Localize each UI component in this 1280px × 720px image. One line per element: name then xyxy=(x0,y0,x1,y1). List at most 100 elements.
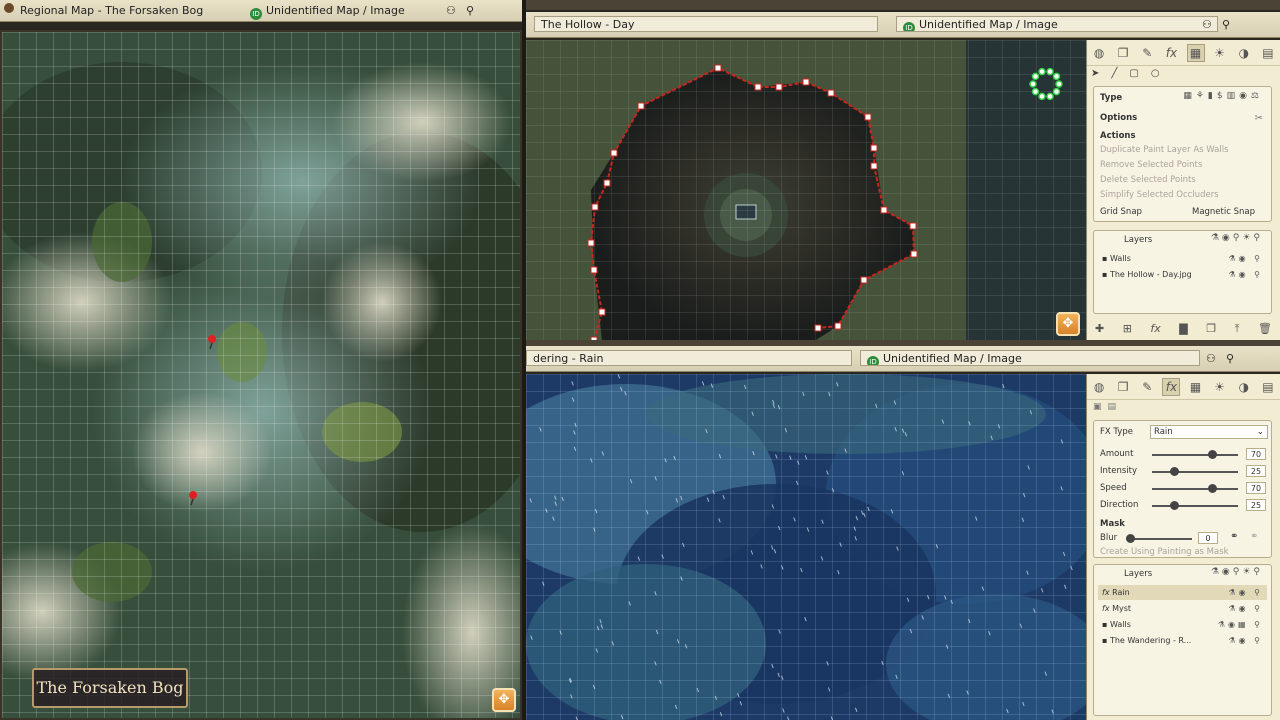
blur-value[interactable]: 0 xyxy=(1198,532,1218,544)
fx-copy-icon[interactable]: ▣ xyxy=(1093,402,1108,412)
fx-slider-knob[interactable] xyxy=(1170,501,1179,510)
selection-point[interactable] xyxy=(1046,67,1054,76)
scissors-icon[interactable]: ✂ xyxy=(1255,113,1263,124)
mask-icon[interactable]: ◑ xyxy=(1235,378,1253,396)
wall-point[interactable] xyxy=(834,322,842,330)
trash-icon[interactable]: 🗑 xyxy=(1258,322,1272,336)
layer-icons[interactable]: ⚗◉ ⚲ xyxy=(1228,585,1263,600)
layer-icons[interactable]: ⚗◉ ⚲ xyxy=(1228,601,1263,616)
map-pin[interactable] xyxy=(188,490,198,510)
selection-point[interactable] xyxy=(1031,87,1040,96)
selection-point[interactable] xyxy=(1052,72,1061,81)
duplicate-icon[interactable]: ❐ xyxy=(1206,322,1216,336)
wall-point[interactable] xyxy=(814,324,822,332)
wall-point[interactable] xyxy=(864,113,872,121)
share-icon[interactable]: ⚇ xyxy=(1206,352,1216,365)
regional-map[interactable]: The Forsaken Bog ✥ xyxy=(0,30,522,720)
rectangle-icon[interactable]: ▢ xyxy=(1129,68,1138,82)
wall-point[interactable] xyxy=(775,83,783,91)
grid-icon[interactable]: ▤ xyxy=(1259,44,1277,62)
wall-point[interactable] xyxy=(637,102,645,110)
wall-point[interactable] xyxy=(610,149,618,157)
wall-point[interactable] xyxy=(591,203,599,211)
magnetic-snap-toggle[interactable]: Magnetic Snap xyxy=(1192,205,1255,219)
grid-icon[interactable]: ▤ xyxy=(1259,378,1277,396)
layer-walls[interactable]: ▪ Walls ⚗◉ ⚲ xyxy=(1098,251,1267,266)
add-layer-icon[interactable]: ✚ xyxy=(1095,322,1104,336)
fx-slider-value[interactable]: 70 xyxy=(1246,448,1266,460)
left-window-type[interactable]: ID Unidentified Map / Image xyxy=(250,4,405,20)
fx-icon[interactable]: fx xyxy=(1162,377,1181,396)
remove-points-action[interactable]: Remove Selected Points xyxy=(1100,158,1265,172)
fx-type-select[interactable]: Rain ⌄ xyxy=(1150,425,1268,439)
mask-erase-icon[interactable]: ⚭ xyxy=(1250,531,1258,542)
fx-slider-value[interactable]: 25 xyxy=(1246,465,1266,477)
mask-paint-icon[interactable]: ⚭ xyxy=(1230,531,1238,542)
line-icon[interactable]: ╱ xyxy=(1111,68,1117,82)
selection-point[interactable] xyxy=(1038,92,1046,101)
layer-walls[interactable]: ▪ Walls ⚗◉▦ ⚲ xyxy=(1098,617,1267,632)
blur-slider[interactable] xyxy=(1126,534,1192,543)
rain-map[interactable] xyxy=(526,374,1086,720)
top-window-title[interactable]: The Hollow - Day xyxy=(534,16,878,32)
simplify-occluders-action[interactable]: Simplify Selected Occluders xyxy=(1100,188,1265,202)
page-icon[interactable]: ❐ xyxy=(1114,44,1132,62)
fx-slider[interactable] xyxy=(1152,467,1238,476)
fx-paste-icon[interactable]: ▤ xyxy=(1108,402,1123,412)
wall-point[interactable] xyxy=(860,276,868,284)
delete-points-action[interactable]: Delete Selected Points xyxy=(1100,173,1265,187)
wall-point[interactable] xyxy=(590,266,598,274)
fx-slider[interactable] xyxy=(1152,450,1238,459)
light-icon[interactable]: ☀ xyxy=(1211,44,1229,62)
lock-icon[interactable]: ⚲ xyxy=(1226,352,1234,365)
map-tools-button[interactable]: ✥ xyxy=(1056,312,1080,336)
merge-icon[interactable]: ⤒ xyxy=(1235,322,1240,336)
circle-icon[interactable]: ○ xyxy=(1151,68,1160,82)
fx-slider-knob[interactable] xyxy=(1208,484,1217,493)
selection-ring-icon[interactable] xyxy=(1026,64,1066,104)
create-mask-action[interactable]: Create Using Painting as Mask xyxy=(1100,545,1265,559)
wall-point[interactable] xyxy=(587,239,595,247)
light-icon[interactable]: ☀ xyxy=(1211,378,1229,396)
selection-point[interactable] xyxy=(1038,67,1046,76)
bottom-window-type[interactable]: ID Unidentified Map / Image xyxy=(860,350,1200,366)
selection-point[interactable] xyxy=(1031,72,1040,81)
lock-icon[interactable]: ⚲ xyxy=(1222,18,1230,31)
duplicate-paint-action[interactable]: Duplicate Paint Layer As Walls xyxy=(1100,143,1265,157)
fx-icon[interactable]: fx xyxy=(1162,44,1180,62)
blur-slider-knob[interactable] xyxy=(1126,534,1135,543)
selection-point[interactable] xyxy=(1046,92,1054,101)
walls-icon[interactable]: ▦ xyxy=(1187,378,1205,396)
fx-slider-value[interactable]: 70 xyxy=(1246,482,1266,494)
mask-icon[interactable]: ◑ xyxy=(1235,44,1253,62)
selection-point[interactable] xyxy=(1052,87,1061,96)
selection-point[interactable] xyxy=(1055,80,1063,88)
layer-icons[interactable]: ⚗◉ ⚲ xyxy=(1228,251,1263,266)
add-group-icon[interactable]: ⊞ xyxy=(1123,322,1132,336)
share-icon[interactable]: ⚇ xyxy=(1202,18,1212,31)
page-icon[interactable]: ❐ xyxy=(1114,378,1132,396)
fx-slider-value[interactable]: 25 xyxy=(1246,499,1266,511)
share-icon[interactable]: ⚇ xyxy=(446,4,456,17)
folder-icon[interactable]: ▇ xyxy=(1179,322,1187,336)
globe-icon[interactable]: ◍ xyxy=(1090,378,1108,396)
wall-point[interactable] xyxy=(802,78,810,86)
selection-point[interactable] xyxy=(1029,80,1037,88)
layer-icons[interactable]: ⚗◉ ⚲ xyxy=(1228,633,1263,648)
wall-point[interactable] xyxy=(754,83,762,91)
wall-type-icons[interactable]: ▦⚘▮$▥◉⚖ xyxy=(1183,91,1263,101)
wall-point[interactable] xyxy=(870,162,878,170)
lock-icon[interactable]: ⚲ xyxy=(466,4,474,17)
select-arrow-icon[interactable]: ➤ xyxy=(1091,68,1099,82)
wall-point[interactable] xyxy=(909,222,917,230)
fx-slider-knob[interactable] xyxy=(1208,450,1217,459)
layer-myst[interactable]: fx Myst ⚗◉ ⚲ xyxy=(1098,601,1267,616)
wall-point[interactable] xyxy=(603,179,611,187)
wall-point[interactable] xyxy=(870,144,878,152)
map-tools-button[interactable]: ✥ xyxy=(492,688,516,712)
brush-icon[interactable]: ✎ xyxy=(1138,378,1156,396)
hollow-map[interactable]: ✥ xyxy=(526,40,1086,340)
map-pin[interactable] xyxy=(207,334,217,354)
wall-occluder[interactable] xyxy=(526,40,1086,340)
wall-point[interactable] xyxy=(910,250,918,258)
